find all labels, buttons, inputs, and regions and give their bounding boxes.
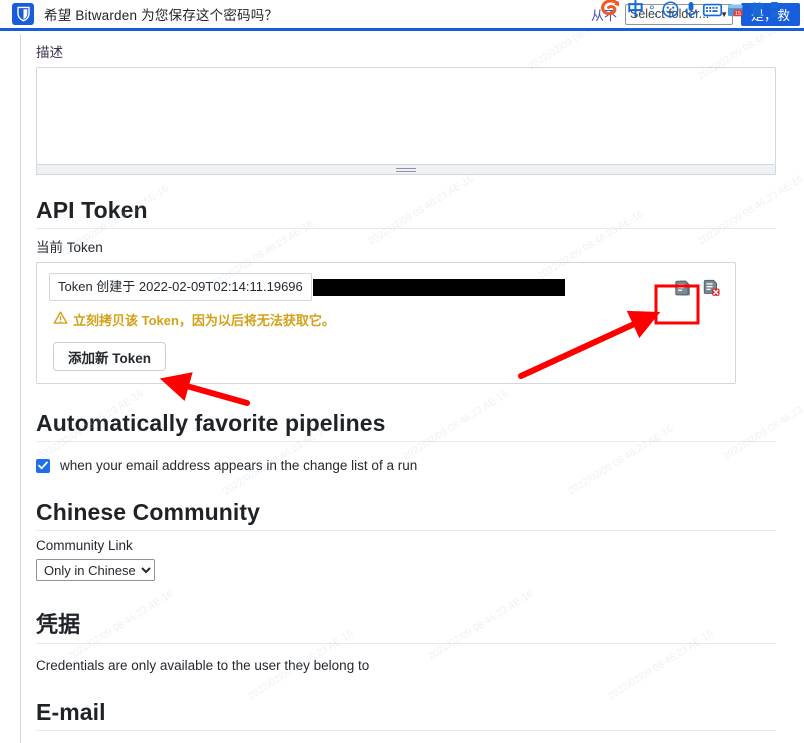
favorite-pipelines-heading: Automatically favorite pipelines bbox=[36, 410, 776, 442]
checkmark-icon bbox=[38, 461, 48, 470]
sogou-logo-icon[interactable] bbox=[596, 0, 622, 21]
community-link-select[interactable]: Only in Chinese bbox=[36, 559, 155, 581]
favorite-pipelines-checkbox-label: when your email address appears in the c… bbox=[60, 458, 418, 473]
toolbox-icon[interactable] bbox=[770, 1, 779, 18]
token-created-field[interactable]: Token 创建于 2022-02-09T02:14:11.19696 bbox=[49, 273, 312, 301]
keyboard-icon[interactable] bbox=[702, 3, 722, 17]
warning-triangle-icon bbox=[53, 311, 68, 328]
page-left-divider bbox=[20, 34, 21, 743]
chinese-community-heading: Chinese Community bbox=[36, 499, 776, 531]
textarea-resize-grippie[interactable] bbox=[36, 165, 776, 175]
favorite-pipelines-checkbox-row[interactable]: when your email address appears in the c… bbox=[36, 458, 776, 473]
credentials-heading: 凭据 bbox=[36, 607, 776, 644]
token-warning: 立刻拷贝该 Token，因为以后将无法获取它。 bbox=[53, 310, 723, 329]
copy-icon[interactable] bbox=[672, 276, 692, 298]
ime-punctuation-toggle[interactable]: °, bbox=[649, 3, 657, 17]
favorite-pipelines-checkbox[interactable] bbox=[36, 458, 50, 473]
microphone-icon[interactable] bbox=[684, 1, 698, 19]
token-row: Token 创建于 2022-02-09T02:14:11.19696 bbox=[49, 273, 723, 301]
settings-content: 描述 API Token 当前 Token Token 创建于 2022-02-… bbox=[36, 34, 776, 737]
community-link-label: Community Link bbox=[36, 538, 133, 553]
token-warning-text: 立刻拷贝该 Token，因为以后将无法获取它。 bbox=[73, 313, 335, 328]
current-token-label: 当前 Token bbox=[36, 240, 103, 255]
revoke-token-icon[interactable] bbox=[701, 276, 721, 298]
token-action-icons bbox=[672, 276, 723, 298]
description-label: 描述 bbox=[36, 45, 63, 60]
token-value-redacted bbox=[312, 278, 565, 296]
email-heading: E-mail bbox=[36, 699, 776, 731]
ime-mode-chinese[interactable]: 中 bbox=[627, 1, 644, 18]
calendar-icon[interactable]: 15 bbox=[727, 2, 744, 18]
settings-page: 描述 API Token 当前 Token Token 创建于 2022-02-… bbox=[0, 34, 804, 743]
credentials-description: Credentials are only available to the us… bbox=[36, 658, 370, 673]
svg-text:15: 15 bbox=[734, 10, 740, 16]
api-token-panel: Token 创建于 2022-02-09T02:14:11.19696 立刻拷贝… bbox=[36, 262, 736, 384]
api-token-heading: API Token bbox=[36, 197, 776, 229]
skin-shirt-icon[interactable] bbox=[749, 1, 765, 18]
notification-title: 希望 Bitwarden 为您保存这个密码吗？ bbox=[44, 8, 279, 23]
emoji-icon[interactable] bbox=[662, 1, 679, 18]
description-input[interactable] bbox=[36, 67, 776, 165]
bitwarden-shield-icon bbox=[12, 3, 34, 25]
add-token-button[interactable]: 添加新 Token bbox=[53, 342, 167, 371]
